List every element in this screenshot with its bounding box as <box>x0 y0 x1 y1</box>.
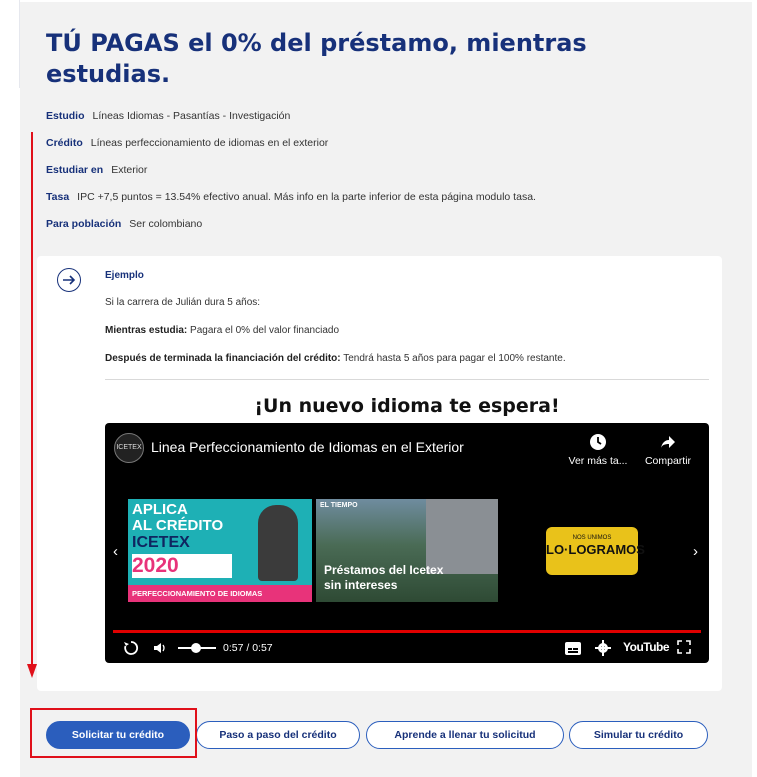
youtube-logo[interactable]: YouTube <box>623 640 670 654</box>
clock-icon <box>590 434 606 450</box>
thumb-footer: PERFECCIONAMIENTO DE IDIOMAS <box>128 585 312 602</box>
example-line-label: Mientras estudia: <box>105 325 188 336</box>
info-value: IPC +7,5 puntos = 13.54% efectivo anual.… <box>77 191 536 203</box>
annotation-arrow-head <box>27 664 37 678</box>
info-row-credito: Crédito Líneas perfeccionamiento de idiom… <box>46 137 328 149</box>
info-value: Líneas Idiomas - Pasantías - Investigaci… <box>92 110 291 122</box>
example-line-study: Mientras estudia: Pagara el 0% del valor… <box>105 325 339 336</box>
watch-later-button[interactable]: Ver más ta... <box>568 433 628 467</box>
annotation-arrow-line <box>31 132 33 667</box>
video-thumbnail-prestamos[interactable]: EL TIEMPO Préstamos del Icetex sin inter… <box>316 499 498 602</box>
video-heading: ¡Un nuevo idioma te espera! <box>254 395 560 417</box>
subtitles-icon[interactable] <box>565 642 581 655</box>
plate-main: LO·LOGRAMOS <box>546 542 645 557</box>
right-edge <box>752 0 757 777</box>
left-panel <box>0 0 20 88</box>
example-line-text: Tendrá hasta 5 años para pagar el 100% r… <box>343 353 566 364</box>
volume-knob[interactable] <box>191 643 201 653</box>
info-row-estudiar-en: Estudiar en Exterior <box>46 164 147 176</box>
progress-bar[interactable] <box>113 630 701 633</box>
info-row-estudio: Estudio Líneas Idiomas - Pasantías - Inve… <box>46 110 290 122</box>
info-row-tasa: Tasa IPC +7,5 puntos = 13.54% efectivo an… <box>46 191 536 203</box>
chevron-right-icon[interactable]: › <box>693 543 698 560</box>
annotation-highlight-box <box>30 708 197 758</box>
share-button[interactable]: Compartir <box>640 433 696 467</box>
watch-later-label: Ver más ta... <box>568 455 628 467</box>
video-title[interactable]: Linea Perfeccionamiento de Idiomas en el… <box>151 439 464 455</box>
example-title: Ejemplo <box>105 270 144 281</box>
example-intro: Si la carrera de Julián dura 5 años: <box>105 297 261 308</box>
top-strip <box>20 0 752 2</box>
info-value: Exterior <box>111 164 148 176</box>
example-line-after: Después de terminada la financiación del… <box>105 353 566 364</box>
thumb-year: 2020 <box>132 554 232 578</box>
share-icon <box>661 436 675 448</box>
thumb-line: APLICA <box>132 501 188 518</box>
chevron-left-icon[interactable]: ‹ <box>113 543 118 560</box>
thumb-line: AL CRÉDITO <box>132 517 224 534</box>
time-display: 0:57 / 0:57 <box>223 642 273 654</box>
simulate-credit-button[interactable]: Simular tu crédito <box>569 721 708 749</box>
info-row-poblacion: Para población Ser colombiano <box>46 218 202 230</box>
thumb-tag: EL TIEMPO <box>320 502 358 509</box>
video-player[interactable]: ICETEX Linea Perfeccionamiento de Idioma… <box>105 423 709 663</box>
fullscreen-icon[interactable] <box>677 640 691 654</box>
person-illustration <box>258 505 298 581</box>
example-line-label: Después de terminada la financiación del… <box>105 353 341 364</box>
thumb-text: Préstamos del Icetex sin intereses <box>324 563 444 592</box>
example-line-text: Pagara el 0% del valor financiado <box>190 325 340 336</box>
info-label: Para población <box>46 218 122 230</box>
share-label: Compartir <box>644 455 692 467</box>
page-title: TÚ PAGAS el 0% del préstamo, mientras es… <box>46 29 587 88</box>
info-value: Líneas perfeccionamiento de idiomas en e… <box>90 137 329 149</box>
player-controls: 0:57 / 0:57 YouTube <box>105 637 709 661</box>
plate-top: NOS UNIMOS <box>572 535 612 541</box>
video-thumbnail-aplica[interactable]: APLICA AL CRÉDITO ICETEX 2020 PERFECCION… <box>128 499 312 602</box>
info-label: Estudio <box>46 110 85 122</box>
info-label: Tasa <box>46 191 70 203</box>
settings-gear-icon[interactable] <box>595 640 611 656</box>
info-value: Ser colombiano <box>129 218 203 230</box>
arrow-right-circle-icon <box>57 268 81 292</box>
thumb-line: ICETEX <box>132 534 190 551</box>
info-label: Crédito <box>46 137 83 149</box>
volume-icon[interactable] <box>153 641 167 655</box>
step-by-step-button[interactable]: Paso a paso del crédito <box>196 721 360 749</box>
learn-fill-application-button[interactable]: Aprende a llenar tu solicitud <box>366 721 564 749</box>
video-thumbnail-lo-logramos[interactable]: NOS UNIMOS LO·LOGRAMOS <box>546 527 645 575</box>
channel-logo[interactable]: ICETEX <box>114 433 144 463</box>
info-label: Estudiar en <box>46 164 104 176</box>
divider <box>105 379 709 380</box>
replay-icon[interactable] <box>123 640 139 656</box>
